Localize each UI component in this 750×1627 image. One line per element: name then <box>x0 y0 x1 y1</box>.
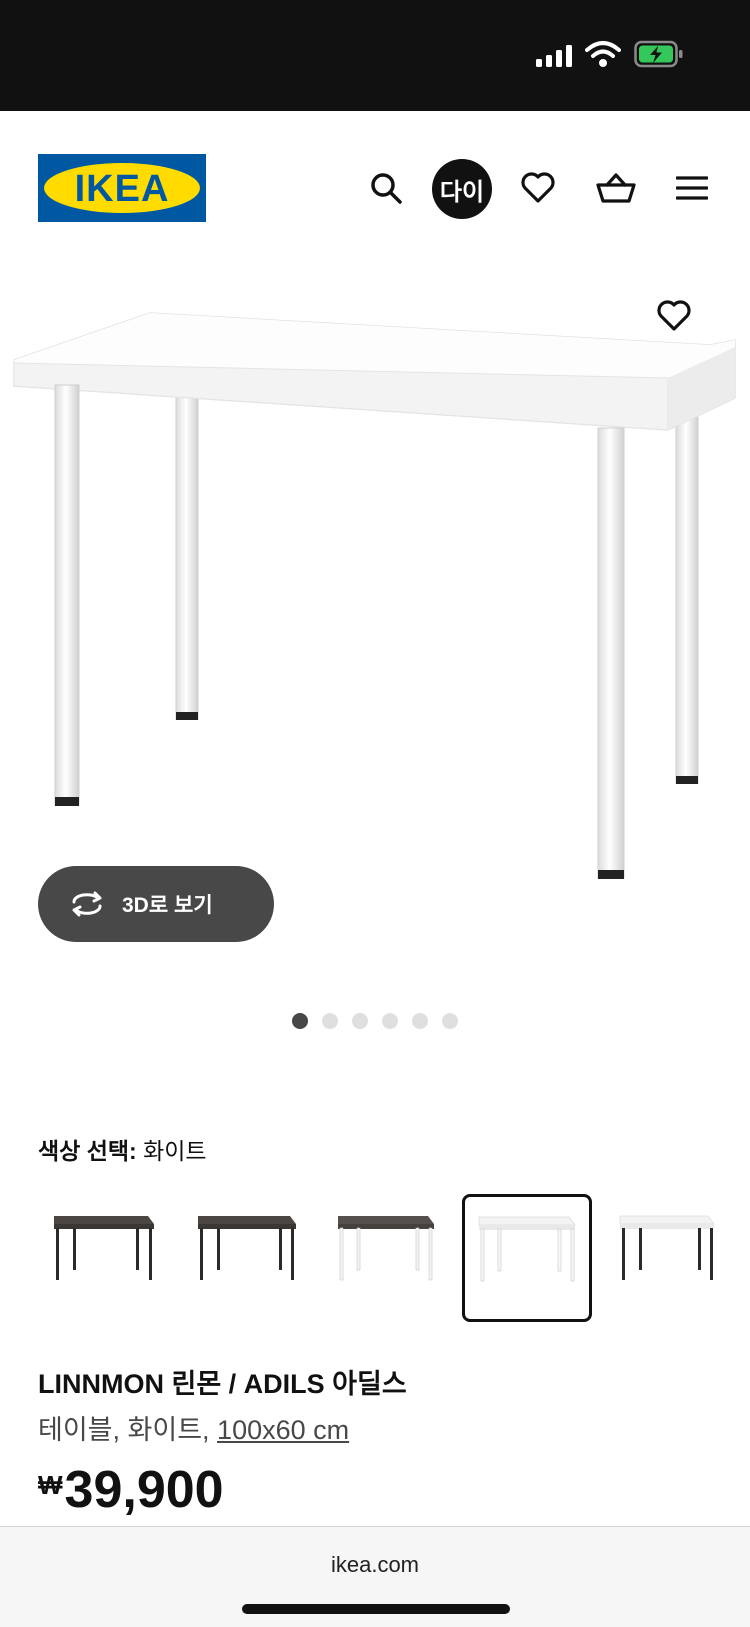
image-pager <box>292 1013 458 1029</box>
color-swatch-white-black[interactable] <box>612 1194 742 1322</box>
search-button[interactable] <box>360 162 412 214</box>
status-time: 19:21 <box>96 36 176 69</box>
product-image[interactable] <box>0 260 750 940</box>
battery-charging-icon <box>634 40 684 73</box>
wifi-icon <box>585 40 621 73</box>
price-currency: ₩ <box>38 1470 63 1500</box>
color-swatch-black-brown[interactable] <box>38 1194 168 1322</box>
ikea-logo[interactable]: IKEA <box>38 154 206 222</box>
heart-icon <box>657 300 691 331</box>
menu-button[interactable] <box>666 162 718 214</box>
pager-dot-3[interactable] <box>352 1013 368 1029</box>
ikea-logo-text: IKEA <box>75 168 170 210</box>
hamburger-icon <box>676 176 708 200</box>
cellular-signal-icon <box>536 44 574 73</box>
view-3d-label: 3D로 보기 <box>122 894 213 917</box>
color-swatch-black-brown-white[interactable] <box>330 1194 460 1322</box>
price-amount: 39,900 <box>64 1461 224 1519</box>
color-swatch-list <box>38 1194 750 1326</box>
account-button[interactable]: 다이 <box>432 159 492 219</box>
pager-dot-5[interactable] <box>412 1013 428 1029</box>
product-description: 테이블, 화이트, 100x60 cm <box>38 1408 349 1447</box>
color-selection-label: 색상 선택: 화이트 <box>38 1132 207 1166</box>
browser-url-text[interactable]: ikea.com <box>0 1552 750 1578</box>
view-3d-button[interactable]: 3D로 보기 <box>38 866 274 942</box>
home-indicator[interactable] <box>242 1604 510 1614</box>
product-name: LINNMON 린몬 / ADILS 아딜스 <box>38 1369 407 1399</box>
color-selection-value: 화이트 <box>143 1138 207 1164</box>
search-icon <box>371 173 402 204</box>
pager-dot-4[interactable] <box>382 1013 398 1029</box>
product-price: ₩ 39,900 <box>38 1460 224 1520</box>
product-size-link[interactable]: 100x60 cm <box>217 1415 349 1445</box>
color-swatch-white[interactable] <box>462 1194 592 1322</box>
pager-dot-2[interactable] <box>322 1013 338 1029</box>
cart-button[interactable] <box>590 162 642 214</box>
image-favorite-button[interactable] <box>648 290 700 342</box>
product-description-text: 테이블, 화이트, <box>38 1415 218 1445</box>
favorites-button[interactable] <box>512 162 564 214</box>
basket-icon <box>596 173 636 203</box>
heart-icon <box>521 172 555 203</box>
pager-dot-6[interactable] <box>442 1013 458 1029</box>
color-swatch-black-brown-black[interactable] <box>184 1194 314 1322</box>
rotate-3d-icon <box>68 890 106 918</box>
pager-dot-1[interactable] <box>292 1013 308 1029</box>
color-selection-title: 색상 선택: <box>38 1138 137 1164</box>
